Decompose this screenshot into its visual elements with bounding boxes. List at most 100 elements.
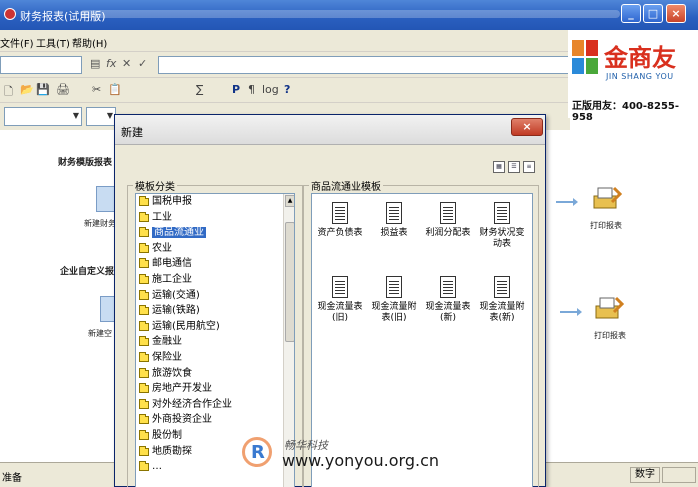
new-blank-caption: 新建空 bbox=[88, 329, 112, 338]
menu-file[interactable]: 文件(F) bbox=[0, 35, 34, 50]
status-num: 数字 bbox=[630, 467, 660, 483]
help-icon[interactable]: ? bbox=[284, 83, 290, 96]
document-icon bbox=[440, 276, 456, 298]
new-dialog: 新建 × ▦ ☰ ≡ 模板分类 商品流通业模板 国税申报 工业 商品流通业 农业… bbox=[114, 114, 546, 487]
brand-mark-icon bbox=[572, 40, 598, 74]
paragraph-icon[interactable]: ¶ bbox=[248, 83, 255, 96]
folder-icon bbox=[139, 273, 149, 284]
section-custom-reports: 企业自定义报 bbox=[60, 267, 115, 277]
close-button[interactable]: × bbox=[666, 4, 686, 23]
folder-icon bbox=[139, 336, 149, 347]
folder-icon bbox=[139, 461, 149, 472]
flow-arrow bbox=[556, 198, 578, 206]
folder-icon bbox=[139, 367, 149, 378]
cancel-icon[interactable]: ✕ bbox=[122, 57, 131, 70]
fx-icon[interactable]: fx bbox=[106, 57, 116, 70]
document-icon bbox=[386, 202, 402, 224]
folder-icon bbox=[139, 414, 149, 425]
list-item[interactable]: 运输(民用航空) bbox=[136, 319, 294, 335]
list-item[interactable]: 外商投资企业 bbox=[136, 412, 294, 428]
list-item[interactable]: 金融业 bbox=[136, 334, 294, 350]
document-icon bbox=[386, 276, 402, 298]
brand-hotline: 正版用友：400-8255-958 bbox=[572, 101, 680, 123]
status-ready: 准备 bbox=[2, 473, 22, 484]
folder-icon bbox=[139, 398, 149, 409]
folder-icon bbox=[139, 211, 149, 222]
details-view-icon[interactable]: ≡ bbox=[523, 161, 535, 173]
open-icon[interactable]: 📂 bbox=[20, 83, 34, 96]
list-item[interactable]: 保险业 bbox=[136, 350, 294, 366]
list-item[interactable]: 房地产开发业 bbox=[136, 381, 294, 397]
dialog-close-button[interactable]: × bbox=[511, 118, 543, 136]
font-combo[interactable]: ▼ bbox=[4, 107, 82, 126]
print-icon[interactable]: 🖨 bbox=[56, 83, 70, 96]
template-financial-position[interactable]: 财务状况变动表 bbox=[476, 202, 528, 250]
list-item[interactable]: 工业 bbox=[136, 210, 294, 226]
brand-subtitle: JIN SHANG YOU bbox=[606, 72, 674, 81]
print-report-icon[interactable] bbox=[594, 296, 624, 322]
formula-input[interactable] bbox=[158, 56, 570, 74]
template-balance-sheet[interactable]: 资产负债表 bbox=[314, 202, 366, 239]
list-item[interactable]: 运输(铁路) bbox=[136, 303, 294, 319]
print-report-icon[interactable] bbox=[592, 186, 622, 212]
list-item[interactable]: 施工企业 bbox=[136, 272, 294, 288]
folder-icon bbox=[139, 320, 149, 331]
menu-tools[interactable]: 工具(T) bbox=[36, 35, 70, 50]
minimize-button[interactable]: _ bbox=[621, 4, 641, 23]
cell-icon[interactable]: ▤ bbox=[90, 57, 100, 70]
maximize-button[interactable]: □ bbox=[643, 4, 663, 23]
folder-icon bbox=[139, 289, 149, 300]
title-bar: 财务报表(试用版) _ □ × bbox=[0, 0, 698, 30]
folder-icon bbox=[139, 196, 149, 206]
log-icon[interactable]: log bbox=[262, 83, 279, 96]
large-icons-view-icon[interactable]: ▦ bbox=[493, 161, 505, 173]
folder-icon bbox=[139, 242, 149, 253]
scroll-thumb[interactable] bbox=[285, 222, 294, 342]
print-report-caption: 打印报表 bbox=[594, 331, 626, 340]
watermark: R 畅华科技 www.yonyou.org.cn bbox=[242, 435, 462, 475]
menu-help[interactable]: 帮助(H) bbox=[72, 35, 107, 50]
new-financial-caption: 新建财务 bbox=[84, 219, 116, 228]
scroll-up-icon[interactable]: ▲ bbox=[285, 195, 294, 207]
template-cashflow-old[interactable]: 现金流量表(旧) bbox=[314, 276, 366, 324]
template-profit-distribution[interactable]: 利润分配表 bbox=[422, 202, 474, 239]
list-item-selected[interactable]: 商品流通业 bbox=[136, 225, 294, 241]
folder-icon bbox=[139, 351, 149, 362]
document-icon bbox=[494, 202, 510, 224]
template-income-statement[interactable]: 损益表 bbox=[368, 202, 420, 239]
size-combo[interactable]: ▼ bbox=[86, 107, 116, 126]
template-group-label: 商品流通业模板 bbox=[309, 178, 383, 193]
category-label: 模板分类 bbox=[133, 178, 177, 193]
flow-arrow bbox=[560, 308, 582, 316]
folder-icon bbox=[139, 227, 149, 238]
p-icon[interactable]: P bbox=[232, 83, 240, 96]
save-icon[interactable]: 💾 bbox=[36, 83, 50, 96]
title-blur bbox=[80, 10, 620, 18]
document-icon bbox=[332, 202, 348, 224]
section-financial-templates: 财务模版报表 bbox=[58, 158, 113, 168]
folder-icon bbox=[139, 305, 149, 316]
sum-icon[interactable]: ∑ bbox=[196, 83, 203, 96]
document-icon bbox=[332, 276, 348, 298]
brand-name: 金商友 bbox=[604, 43, 676, 72]
list-item[interactable]: 农业 bbox=[136, 241, 294, 257]
list-item[interactable]: 旅游饮食 bbox=[136, 366, 294, 382]
list-item[interactable]: 国税申报 bbox=[136, 194, 294, 210]
dialog-title-bar: 新建 × bbox=[115, 115, 545, 145]
brand-logo: 金商友 JIN SHANG YOU 正版用友：400-8255-958 bbox=[568, 30, 698, 123]
confirm-icon[interactable]: ✓ bbox=[138, 57, 147, 70]
template-cashflow-supplement-new[interactable]: 现金流量附表(新) bbox=[476, 276, 528, 324]
template-cashflow-supplement-old[interactable]: 现金流量附表(旧) bbox=[368, 276, 420, 324]
cell-reference-input[interactable] bbox=[0, 56, 82, 74]
list-item[interactable]: 对外经济合作企业 bbox=[136, 397, 294, 413]
paste-icon[interactable]: 📋 bbox=[108, 83, 122, 96]
document-icon bbox=[440, 202, 456, 224]
template-cashflow-new[interactable]: 现金流量表(新) bbox=[422, 276, 474, 324]
document-icon bbox=[494, 276, 510, 298]
list-item[interactable]: 邮电通信 bbox=[136, 256, 294, 272]
list-item[interactable]: 运输(交通) bbox=[136, 288, 294, 304]
new-icon[interactable]: 🗋 bbox=[4, 83, 13, 102]
folder-icon bbox=[139, 445, 149, 456]
cut-icon[interactable]: ✂ bbox=[92, 83, 101, 96]
small-icons-view-icon[interactable]: ☰ bbox=[508, 161, 520, 173]
